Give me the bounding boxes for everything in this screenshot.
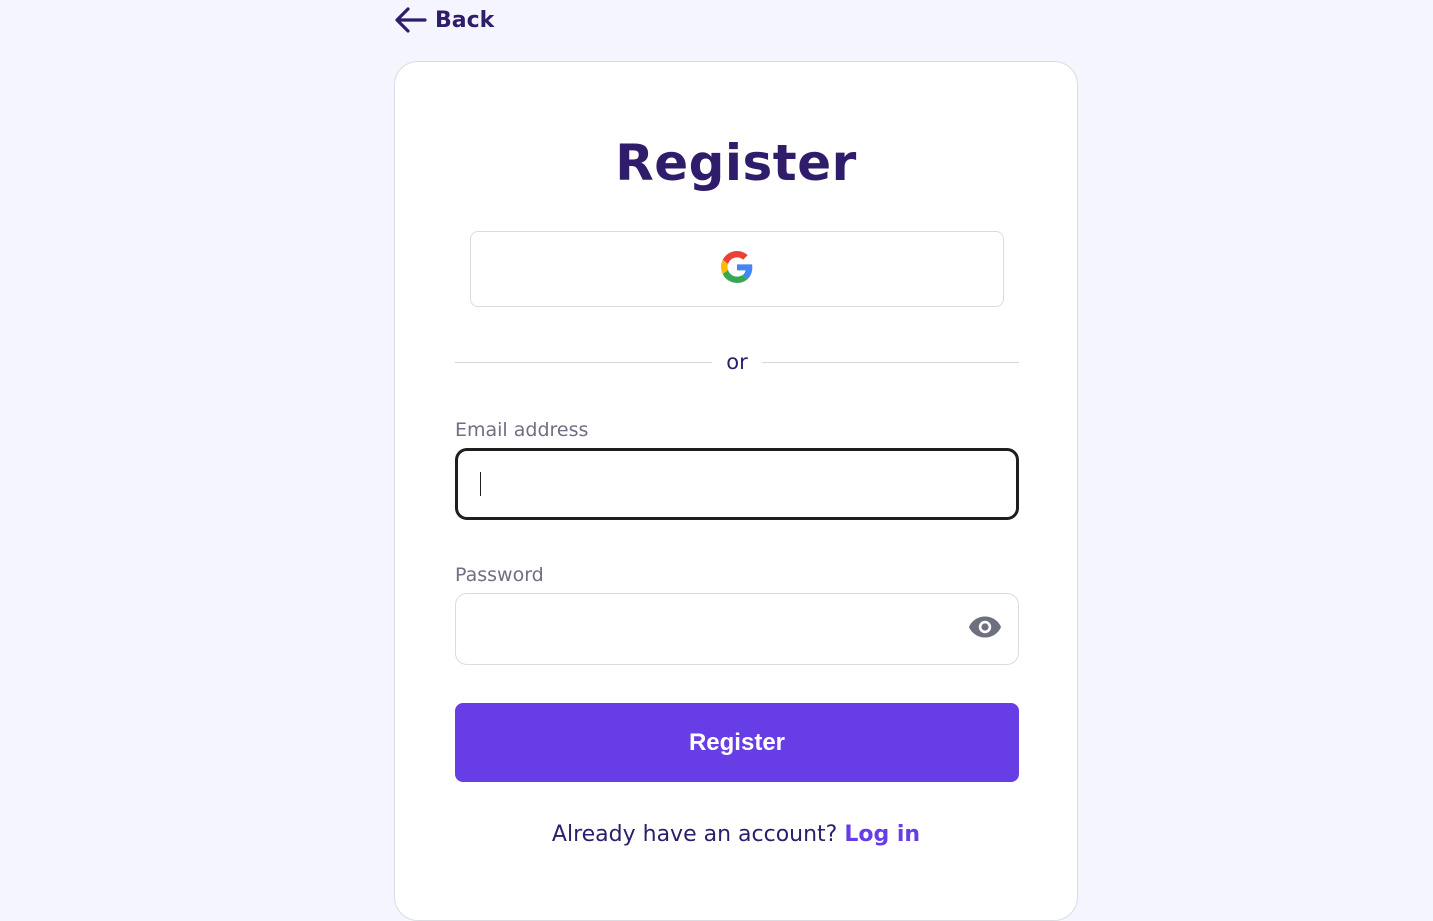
back-label: Back bbox=[435, 7, 495, 33]
google-signin-button[interactable] bbox=[470, 231, 1004, 307]
divider-line-right bbox=[761, 361, 1020, 363]
or-divider: or bbox=[455, 347, 1020, 377]
eye-icon bbox=[968, 615, 1002, 643]
login-prompt-text: Already have an account? bbox=[551, 822, 838, 847]
divider-line-left bbox=[455, 361, 713, 363]
email-field[interactable] bbox=[455, 448, 1019, 520]
page-title: Register bbox=[615, 134, 857, 192]
register-card: Register or Email address Password Regis… bbox=[394, 61, 1078, 921]
login-prompt-row: Already have an account? Log in bbox=[395, 818, 1077, 852]
login-link[interactable]: Log in bbox=[844, 822, 920, 847]
google-icon bbox=[721, 251, 753, 287]
divider-text: or bbox=[726, 350, 748, 374]
password-label: Password bbox=[455, 564, 544, 586]
email-label: Email address bbox=[455, 419, 589, 441]
password-field[interactable] bbox=[455, 593, 1019, 665]
toggle-password-visibility-button[interactable] bbox=[967, 614, 1003, 644]
register-button[interactable]: Register bbox=[455, 703, 1019, 782]
text-caret bbox=[480, 472, 481, 496]
back-link[interactable]: Back bbox=[393, 4, 494, 36]
arrow-left-icon bbox=[393, 4, 427, 36]
